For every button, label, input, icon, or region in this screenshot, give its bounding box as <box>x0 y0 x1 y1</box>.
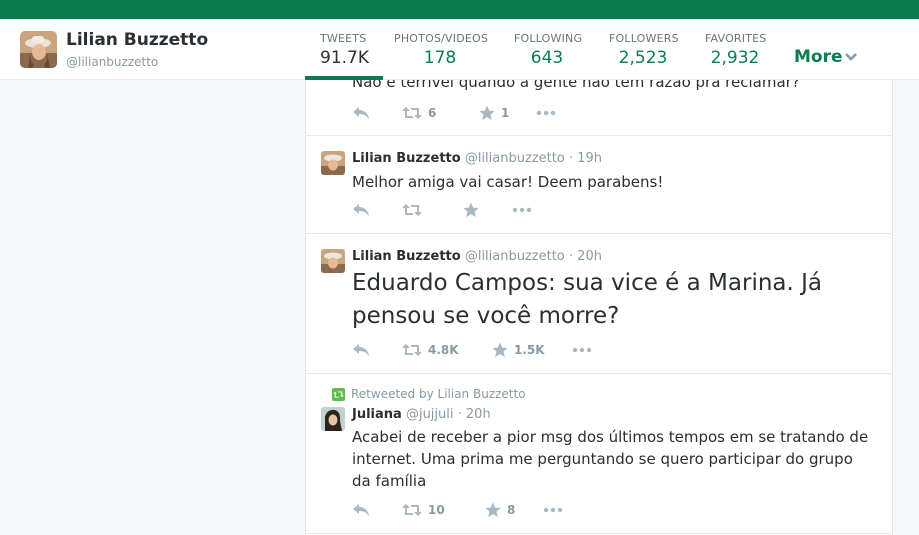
reply-button[interactable] <box>352 104 370 122</box>
photos-videos-count: 178 <box>423 48 457 68</box>
tweet-author-handle[interactable]: @jujjuli <box>406 407 454 422</box>
more-actions-button[interactable] <box>512 201 532 219</box>
more-dots-icon <box>543 507 563 513</box>
favorites-count: 2,932 <box>710 48 760 68</box>
tweet-item[interactable]: Retweeted by Lilian Buzzetto Juliana @ju… <box>306 374 892 534</box>
favorite-button[interactable] <box>463 201 485 219</box>
retweet-button[interactable]: 6 <box>402 104 436 122</box>
tweet-avatar[interactable] <box>321 151 345 175</box>
tweet-avatar[interactable] <box>321 407 345 431</box>
chevron-down-icon <box>844 53 857 61</box>
profile-handle: @lilianbuzzetto <box>66 55 159 69</box>
tweet-author-handle[interactable]: @lilianbuzzetto <box>465 249 565 264</box>
nav-favorites-tab[interactable]: FAVORITES 2,932 <box>705 32 767 68</box>
favorite-button[interactable]: 1.5K <box>492 341 545 359</box>
tweets-label: TWEETS <box>320 32 367 45</box>
retweet-button[interactable] <box>402 201 428 219</box>
star-icon <box>463 202 479 217</box>
tweet-text: Não é terrível quando a gente não tem ra… <box>352 80 800 91</box>
following-label: FOLLOWING <box>514 32 583 45</box>
retweet-icon <box>402 344 422 356</box>
more-actions-button[interactable] <box>543 501 563 519</box>
tweet-item[interactable]: Não é terrível quando a gente não tem ra… <box>306 80 892 136</box>
retweet-count: 10 <box>428 503 445 517</box>
photos-videos-label: PHOTOS/VIDEOS <box>394 32 489 45</box>
more-dots-icon <box>572 347 592 353</box>
retweet-count: 6 <box>428 106 437 120</box>
nav-tweets-tab[interactable]: TWEETS 91.7K <box>320 32 369 68</box>
favorite-count: 1.5K <box>514 343 545 357</box>
tweet-item[interactable]: Lilian Buzzetto @lilianbuzzetto · 19h Me… <box>306 136 892 234</box>
nav-followers-tab[interactable]: FOLLOWERS 2,523 <box>609 32 679 68</box>
tweet-item[interactable]: Lilian Buzzetto @lilianbuzzetto · 20h Ed… <box>306 234 892 374</box>
nav-following-tab[interactable]: FOLLOWING 643 <box>514 32 583 68</box>
more-dots-icon <box>512 207 532 213</box>
more-dots-icon <box>536 110 556 116</box>
profile-avatar[interactable] <box>20 31 57 68</box>
star-icon <box>479 105 495 120</box>
tweet-author-handle[interactable]: @lilianbuzzetto <box>465 151 565 166</box>
retweet-context: Retweeted by Lilian Buzzetto <box>332 387 526 401</box>
more-actions-button[interactable] <box>536 104 556 122</box>
retweet-button[interactable]: 10 <box>402 501 445 519</box>
retweet-context-label: Retweeted by Lilian Buzzetto <box>351 387 526 401</box>
tweet-text: Acabei de receber a pior msg dos últimos… <box>352 428 869 490</box>
tweet-avatar[interactable] <box>321 249 345 273</box>
favorite-count: 8 <box>507 503 516 517</box>
nav-photos-videos-tab[interactable]: PHOTOS/VIDEOS 178 <box>394 32 489 68</box>
reply-icon <box>353 344 369 356</box>
tweet-author-name[interactable]: Juliana <box>352 407 402 422</box>
tweet-header: Lilian Buzzetto @lilianbuzzetto · 20h <box>352 249 602 264</box>
tweet-timestamp[interactable]: · 20h <box>458 407 491 422</box>
retweet-icon <box>402 504 422 516</box>
reply-button[interactable] <box>352 201 370 219</box>
more-menu-button[interactable]: More <box>794 47 857 67</box>
favorite-count: 1 <box>501 106 510 120</box>
tweet-timestamp[interactable]: · 19h <box>569 151 602 166</box>
more-actions-button[interactable] <box>572 341 592 359</box>
more-label: More <box>794 47 843 67</box>
tweet-text: Melhor amiga vai casar! Deem parabens! <box>352 173 664 191</box>
tweets-count: 91.7K <box>320 48 369 68</box>
favorites-label: FAVORITES <box>705 32 767 45</box>
reply-button[interactable] <box>352 341 370 359</box>
followers-label: FOLLOWERS <box>609 32 679 45</box>
tweet-author-name[interactable]: Lilian Buzzetto <box>352 249 461 264</box>
retweet-badge-icon <box>332 388 345 401</box>
profile-nav-bar: Lilian Buzzetto @lilianbuzzetto TWEETS 9… <box>0 19 919 80</box>
top-bar <box>0 0 919 19</box>
tweet-header: Juliana @jujjuli · 20h <box>352 407 491 422</box>
followers-count: 2,523 <box>618 48 668 68</box>
reply-icon <box>353 204 369 216</box>
reply-icon <box>353 107 369 119</box>
retweet-icon <box>402 204 422 216</box>
tweet-timeline: Não é terrível quando a gente não tem ra… <box>305 80 893 535</box>
star-icon <box>492 342 508 357</box>
retweet-count: 4.8K <box>428 343 459 357</box>
following-count: 643 <box>530 48 564 68</box>
tweet-author-name[interactable]: Lilian Buzzetto <box>352 151 461 166</box>
retweet-button[interactable]: 4.8K <box>402 341 459 359</box>
star-icon <box>485 502 501 517</box>
favorite-button[interactable]: 8 <box>485 501 515 519</box>
reply-icon <box>353 504 369 516</box>
tweet-text: Eduardo Campos: sua vice é a Marina. Já … <box>352 270 823 329</box>
tweet-header: Lilian Buzzetto @lilianbuzzetto · 19h <box>352 151 602 166</box>
favorite-button[interactable]: 1 <box>479 104 509 122</box>
profile-name[interactable]: Lilian Buzzetto <box>66 30 208 50</box>
retweet-icon <box>402 107 422 119</box>
tweet-timestamp[interactable]: · 20h <box>569 249 602 264</box>
reply-button[interactable] <box>352 501 370 519</box>
